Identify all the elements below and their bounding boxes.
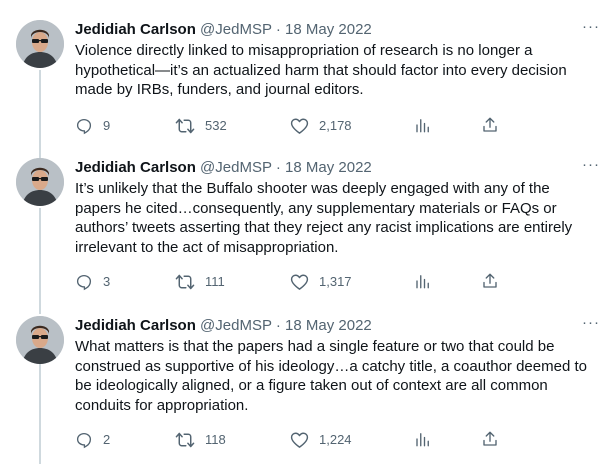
tweet-actions: 9 532 2,178 bbox=[75, 116, 515, 136]
more-icon[interactable]: ··· bbox=[582, 18, 600, 35]
analytics-button[interactable] bbox=[414, 430, 432, 448]
tweet-actions: 3 111 1,317 bbox=[75, 272, 515, 292]
share-button[interactable] bbox=[481, 272, 499, 290]
tweet-header: Jedidiah Carlson @JedMSP · 18 May 2022 bbox=[75, 316, 576, 336]
reply-button[interactable]: 2 bbox=[75, 430, 110, 450]
analytics-icon bbox=[414, 116, 432, 134]
tweet-text: Violence directly linked to misappropria… bbox=[75, 42, 567, 99]
author-handle[interactable]: @JedMSP bbox=[200, 21, 272, 38]
like-button[interactable]: 2,178 bbox=[290, 116, 352, 136]
reply-icon bbox=[75, 431, 93, 449]
author-name[interactable]: Jedidiah Carlson bbox=[75, 159, 196, 176]
separator: · bbox=[275, 317, 281, 334]
tweet[interactable]: Jedidiah Carlson @JedMSP · 18 May 2022 ·… bbox=[0, 156, 616, 298]
reply-count: 9 bbox=[103, 118, 111, 133]
retweet-count: 532 bbox=[205, 118, 227, 133]
like-button[interactable]: 1,224 bbox=[290, 430, 352, 450]
share-icon bbox=[481, 430, 499, 448]
tweet-date[interactable]: 18 May 2022 bbox=[285, 159, 372, 176]
retweet-button[interactable]: 111 bbox=[175, 272, 225, 292]
tweet-actions: 2 118 1,224 bbox=[75, 430, 515, 450]
retweet-icon bbox=[175, 117, 195, 135]
tweet-text: It’s unlikely that the Buffalo shooter w… bbox=[75, 180, 573, 256]
reply-button[interactable]: 3 bbox=[75, 272, 110, 292]
author-name[interactable]: Jedidiah Carlson bbox=[75, 21, 196, 38]
share-button[interactable] bbox=[481, 430, 499, 448]
retweet-icon bbox=[175, 273, 195, 291]
separator: · bbox=[275, 21, 281, 38]
analytics-button[interactable] bbox=[414, 116, 432, 134]
author-handle[interactable]: @JedMSP bbox=[200, 317, 272, 334]
like-icon bbox=[290, 117, 309, 135]
like-icon bbox=[290, 273, 309, 291]
retweet-icon bbox=[175, 431, 195, 449]
share-icon bbox=[481, 116, 499, 134]
author-name[interactable]: Jedidiah Carlson bbox=[75, 317, 196, 334]
like-button[interactable]: 1,317 bbox=[290, 272, 352, 292]
tweet-header: Jedidiah Carlson @JedMSP · 18 May 2022 bbox=[75, 158, 576, 178]
reply-count: 2 bbox=[103, 432, 111, 447]
tweet-header: Jedidiah Carlson @JedMSP · 18 May 2022 bbox=[75, 20, 576, 40]
reply-icon bbox=[75, 273, 93, 291]
more-icon[interactable]: ··· bbox=[582, 156, 600, 173]
retweet-button[interactable]: 532 bbox=[175, 116, 227, 136]
avatar[interactable] bbox=[16, 158, 64, 206]
share-button[interactable] bbox=[481, 116, 499, 134]
reply-button[interactable]: 9 bbox=[75, 116, 110, 136]
tweet[interactable]: Jedidiah Carlson @JedMSP · 18 May 2022 ·… bbox=[0, 314, 616, 456]
retweet-count: 118 bbox=[205, 432, 226, 447]
author-handle[interactable]: @JedMSP bbox=[200, 159, 272, 176]
reply-icon bbox=[75, 117, 93, 135]
tweet-date[interactable]: 18 May 2022 bbox=[285, 21, 372, 38]
like-icon bbox=[290, 431, 309, 449]
analytics-button[interactable] bbox=[414, 272, 432, 290]
analytics-icon bbox=[414, 430, 432, 448]
like-count: 1,224 bbox=[319, 432, 352, 447]
tweet-date[interactable]: 18 May 2022 bbox=[285, 317, 372, 334]
retweet-button[interactable]: 118 bbox=[175, 430, 226, 450]
analytics-icon bbox=[414, 272, 432, 290]
retweet-count: 111 bbox=[205, 274, 225, 289]
share-icon bbox=[481, 272, 499, 290]
avatar[interactable] bbox=[16, 20, 64, 68]
like-count: 2,178 bbox=[319, 118, 352, 133]
tweet-text: What matters is that the papers had a si… bbox=[75, 338, 587, 414]
reply-count: 3 bbox=[103, 274, 111, 289]
separator: · bbox=[275, 159, 281, 176]
tweet[interactable]: Jedidiah Carlson @JedMSP · 18 May 2022 ·… bbox=[0, 18, 616, 140]
like-count: 1,317 bbox=[319, 274, 352, 289]
avatar[interactable] bbox=[16, 316, 64, 364]
more-icon[interactable]: ··· bbox=[582, 314, 600, 331]
